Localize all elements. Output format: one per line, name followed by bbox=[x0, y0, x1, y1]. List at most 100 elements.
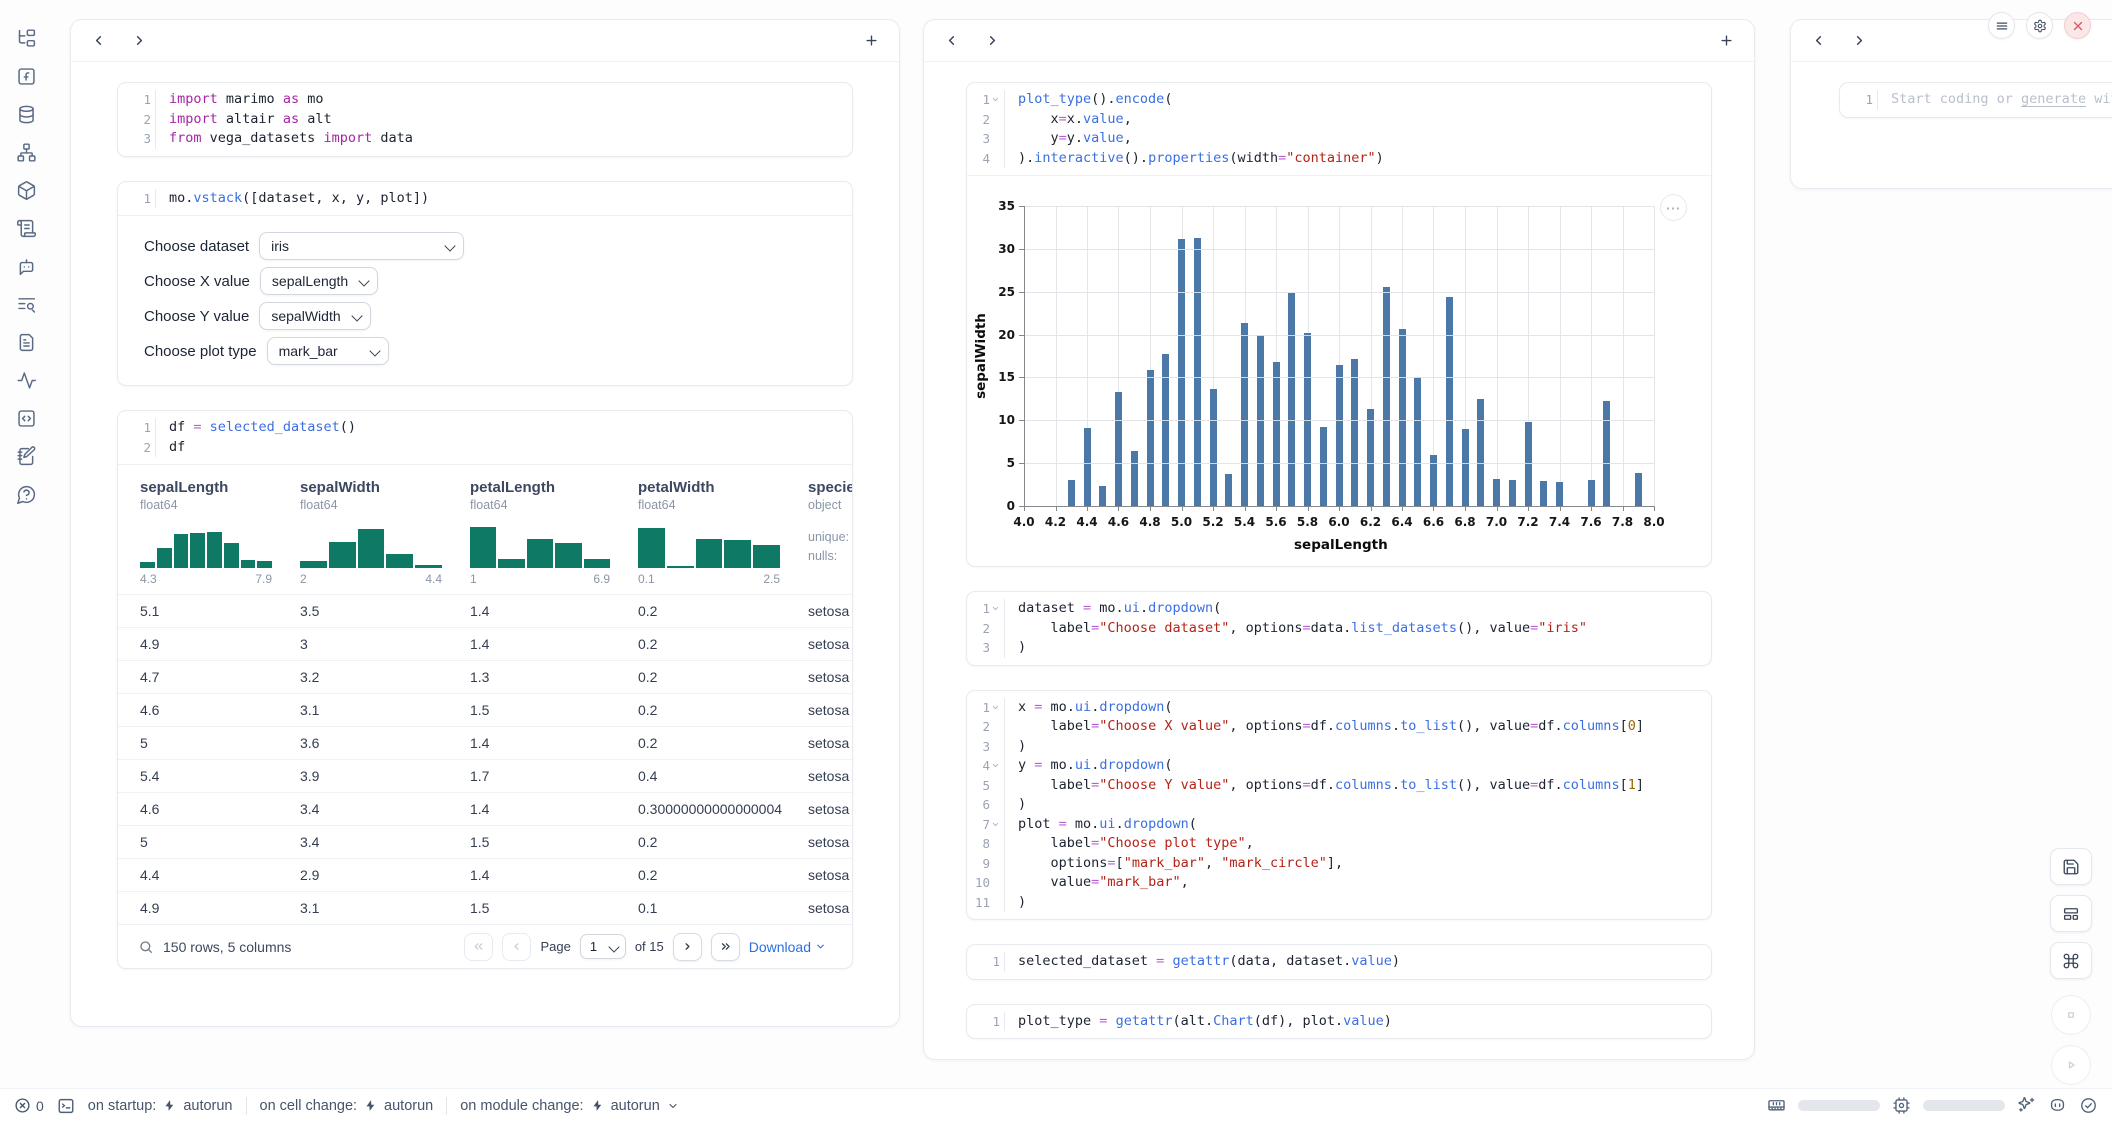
runtime-config-1[interactable]: on startup:autorun bbox=[88, 1098, 233, 1114]
code-editor[interactable]: 1x = mo.ui.dropdown(2 label="Choose X va… bbox=[967, 691, 1711, 920]
packages-icon[interactable] bbox=[11, 178, 41, 202]
fold-chevron-icon[interactable] bbox=[990, 604, 1000, 614]
dropdown-select-1[interactable]: sepalLength bbox=[260, 267, 378, 295]
table-row: 4.931.40.2setosa bbox=[118, 627, 852, 660]
histogram-bar bbox=[584, 559, 610, 568]
table-cell: 0.2 bbox=[638, 702, 808, 718]
file-explorer-icon[interactable] bbox=[11, 26, 41, 50]
dropdown-select-2[interactable]: sepalWidth bbox=[259, 302, 371, 330]
runtime-config-3[interactable]: on module change:autorun bbox=[460, 1098, 679, 1114]
stop-all-icon[interactable] bbox=[2051, 995, 2091, 1035]
search-icon[interactable] bbox=[138, 939, 154, 955]
save-icon[interactable] bbox=[2050, 848, 2092, 885]
dropdown-select-3[interactable]: mark_bar bbox=[267, 337, 389, 365]
line-number: 3 bbox=[118, 129, 156, 149]
error-count-chip[interactable]: 0 bbox=[14, 1097, 44, 1114]
histogram-min: 2 bbox=[300, 572, 307, 586]
gridline bbox=[1056, 206, 1057, 506]
first-page-icon[interactable] bbox=[464, 933, 493, 961]
ai-chat-icon[interactable] bbox=[11, 254, 41, 278]
download-button[interactable]: Download bbox=[749, 939, 826, 955]
column-right-icon[interactable] bbox=[1852, 33, 1867, 48]
code-editor[interactable]: 1import marimo as mo2import altair as al… bbox=[118, 83, 852, 156]
table-cell: 4.9 bbox=[140, 900, 300, 916]
code-editor[interactable]: 1dataset = mo.ui.dropdown(2 label="Choos… bbox=[967, 592, 1711, 665]
x-tick-label: 8.0 bbox=[1639, 515, 1669, 529]
fold-chevron-icon[interactable] bbox=[990, 702, 1000, 712]
runtime-config-2[interactable]: on cell change:autorun bbox=[260, 1098, 434, 1114]
scratchpad-icon[interactable] bbox=[11, 444, 41, 468]
cpu-icon bbox=[1892, 1096, 1911, 1115]
shutdown-close-icon[interactable] bbox=[2064, 12, 2091, 39]
separator bbox=[246, 1097, 247, 1115]
dependency-graph-icon[interactable] bbox=[11, 140, 41, 164]
settings-gear-icon[interactable] bbox=[2026, 12, 2053, 39]
code-editor[interactable]: 1df = selected_dataset()2df bbox=[118, 411, 852, 464]
run-all-icon[interactable] bbox=[2051, 1045, 2091, 1085]
table-cell: 1.4 bbox=[470, 801, 638, 817]
histogram-bar bbox=[667, 566, 694, 568]
code-line: 5 label="Choose Y value", options=df.col… bbox=[967, 776, 1711, 796]
datasources-icon[interactable] bbox=[11, 102, 41, 126]
column-left-icon[interactable] bbox=[91, 33, 106, 48]
fold-chevron-icon[interactable] bbox=[990, 761, 1000, 771]
page-select[interactable]: 1 bbox=[580, 934, 626, 959]
table-column-header: sepalWidthfloat6424.4 bbox=[300, 479, 470, 586]
logs-icon[interactable] bbox=[11, 216, 41, 240]
chart-options-icon[interactable]: ⋯ bbox=[1660, 194, 1687, 221]
column-left-icon[interactable] bbox=[944, 33, 959, 48]
column-name[interactable]: sepalWidth bbox=[300, 479, 470, 496]
generate-with-ai-link[interactable]: generate bbox=[2021, 91, 2086, 107]
line-number: 2 bbox=[967, 619, 1005, 639]
tracing-icon[interactable] bbox=[11, 368, 41, 392]
ai-sparkles-icon[interactable] bbox=[2017, 1096, 2036, 1115]
altair-chart[interactable]: 4.04.24.44.64.85.05.25.45.65.86.06.26.46… bbox=[967, 176, 1711, 566]
copilot-icon[interactable] bbox=[2048, 1096, 2067, 1115]
snippets-icon[interactable] bbox=[11, 406, 41, 430]
dropdown-select-0[interactable]: iris bbox=[259, 232, 464, 260]
functions-icon[interactable] bbox=[11, 64, 41, 88]
fold-chevron-icon[interactable] bbox=[990, 95, 1000, 105]
code-editor[interactable]: 1plot_type().encode(2 x=x.value,3 y=y.va… bbox=[967, 83, 1711, 175]
column-name[interactable]: species bbox=[808, 479, 852, 496]
prev-page-icon[interactable] bbox=[502, 933, 531, 961]
menu-icon[interactable] bbox=[1988, 12, 2015, 39]
line-number: 11 bbox=[967, 893, 1005, 913]
gridline bbox=[1019, 506, 1024, 507]
add-cell-icon[interactable] bbox=[1719, 33, 1734, 48]
column-name[interactable]: sepalLength bbox=[140, 479, 300, 496]
code-editor[interactable]: 1plot_type = getattr(alt.Chart(df), plot… bbox=[967, 1005, 1711, 1039]
command-palette-icon[interactable] bbox=[2050, 942, 2092, 979]
documentation-icon[interactable] bbox=[11, 330, 41, 354]
variable-search-icon[interactable] bbox=[11, 292, 41, 316]
histogram-bar bbox=[527, 539, 553, 568]
terminal-icon[interactable] bbox=[57, 1097, 75, 1115]
code-editor[interactable]: 1selected_dataset = getattr(data, datase… bbox=[967, 945, 1711, 979]
column-name[interactable]: petalLength bbox=[470, 479, 638, 496]
column-right-icon[interactable] bbox=[985, 33, 1000, 48]
next-page-icon[interactable] bbox=[673, 933, 702, 961]
column-right-icon[interactable] bbox=[132, 33, 147, 48]
layout-grid-icon[interactable] bbox=[2050, 895, 2092, 932]
bar-mark bbox=[1210, 389, 1217, 506]
table-cell: 4.6 bbox=[140, 702, 300, 718]
line-number: 1 bbox=[967, 698, 1005, 718]
column-name[interactable]: petalWidth bbox=[638, 479, 808, 496]
code-editor[interactable]: 1mo.vstack([dataset, x, y, plot]) bbox=[118, 182, 852, 216]
x-axis-title: sepalLength bbox=[1294, 537, 1384, 553]
table-cell: 0.2 bbox=[638, 834, 808, 850]
fold-chevron-icon[interactable] bbox=[990, 819, 1000, 829]
column-left-icon[interactable] bbox=[1811, 33, 1826, 48]
code-text: ).interactive().properties(width="contai… bbox=[1005, 149, 1384, 169]
x-tick-label: 5.6 bbox=[1261, 515, 1291, 529]
help-icon[interactable] bbox=[11, 482, 41, 506]
last-page-icon[interactable] bbox=[711, 933, 740, 961]
column-histogram bbox=[300, 522, 442, 568]
y-tick-label: 10 bbox=[967, 413, 1015, 427]
table-cell: setosa bbox=[808, 603, 852, 619]
x-tick-label: 4.8 bbox=[1135, 515, 1165, 529]
connection-status-icon[interactable] bbox=[2079, 1096, 2098, 1115]
add-cell-icon[interactable] bbox=[864, 33, 879, 48]
line-number: 2 bbox=[118, 438, 156, 458]
code-editor[interactable]: 1 Start coding or generate with bbox=[1840, 83, 2112, 117]
